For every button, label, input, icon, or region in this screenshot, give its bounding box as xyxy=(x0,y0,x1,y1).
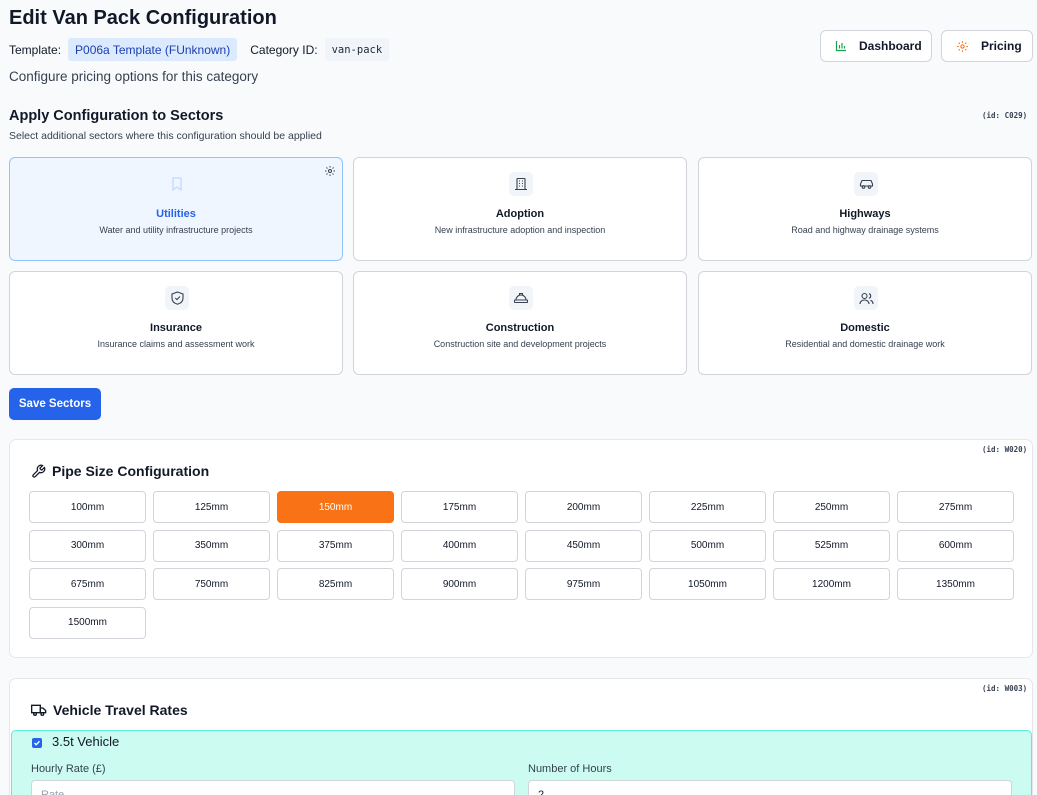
pricing-button[interactable]: Pricing xyxy=(941,30,1033,62)
pipe-size-button[interactable]: 600mm xyxy=(897,529,1014,562)
sectors-subtitle: Select additional sectors where this con… xyxy=(9,130,322,142)
sector-desc: New infrastructure adoption and inspecti… xyxy=(434,225,606,235)
bookmark-icon xyxy=(165,172,189,196)
pipe-size-button[interactable]: 150mm xyxy=(277,491,394,523)
vehicle-rates-panel: (id: W003) Vehicle Travel Rates 3.5t Veh… xyxy=(9,678,1033,795)
hours-input[interactable] xyxy=(528,780,1012,795)
pipe-size-button[interactable]: 900mm xyxy=(401,568,518,600)
truck-icon xyxy=(31,703,47,717)
sector-name: Utilities xyxy=(156,208,196,220)
pipe-size-button[interactable]: 400mm xyxy=(401,529,518,562)
dashboard-label: Dashboard xyxy=(859,39,922,53)
pipe-size-button[interactable]: 1350mm xyxy=(897,568,1014,600)
template-label: Template: xyxy=(9,42,62,57)
sector-card-insurance[interactable]: Insurance Insurance claims and assessmen… xyxy=(9,271,343,375)
pipe-size-button[interactable]: 275mm xyxy=(897,491,1014,523)
pipe-size-button[interactable]: 125mm xyxy=(153,491,270,523)
hourly-rate-label: Hourly Rate (£) xyxy=(31,763,106,775)
meta-row: Template: P006a Template (FUnknown) Cate… xyxy=(9,38,390,61)
users-icon xyxy=(854,286,878,310)
pipe-size-button[interactable]: 225mm xyxy=(649,491,766,523)
sector-card-construction[interactable]: Construction Construction site and devel… xyxy=(353,271,687,375)
hourly-rate-input[interactable] xyxy=(31,780,515,795)
page-subtitle: Configure pricing options for this categ… xyxy=(9,69,259,84)
hours-label: Number of Hours xyxy=(528,763,612,775)
sector-desc: Insurance claims and assessment work xyxy=(97,339,255,349)
template-badge: P006a Template (FUnknown) xyxy=(68,38,238,61)
pipe-size-button[interactable]: 825mm xyxy=(277,568,394,600)
pipe-size-button[interactable]: 250mm xyxy=(773,491,890,523)
pipe-size-panel: (id: W020) Pipe Size Configuration 100mm… xyxy=(9,439,1033,658)
sector-name: Domestic xyxy=(840,322,890,334)
pipe-size-button[interactable]: 750mm xyxy=(153,568,270,600)
shield-check-icon xyxy=(165,286,189,310)
category-code: van-pack xyxy=(324,38,390,61)
sector-desc: Residential and domestic drainage work xyxy=(785,339,945,349)
dashboard-button[interactable]: Dashboard xyxy=(820,30,932,62)
pipe-size-button[interactable]: 200mm xyxy=(525,491,642,523)
pipe-size-button[interactable]: 350mm xyxy=(153,529,270,562)
settings-icon xyxy=(956,40,969,53)
sector-card-utilities[interactable]: Utilities Water and utility infrastructu… xyxy=(9,157,343,261)
bar-chart-icon xyxy=(835,40,847,52)
pipe-size-button[interactable]: 525mm xyxy=(773,529,890,562)
wrench-icon xyxy=(31,464,46,479)
sector-card-highways[interactable]: Highways Road and highway drainage syste… xyxy=(698,157,1032,261)
pipe-size-button[interactable]: 100mm xyxy=(29,491,146,523)
pipe-size-button[interactable]: 500mm xyxy=(649,529,766,562)
pipe-size-button[interactable]: 375mm xyxy=(277,529,394,562)
pipe-id-tag: (id: W020) xyxy=(982,445,1028,454)
sector-desc: Construction site and development projec… xyxy=(433,339,607,349)
pipe-panel-title: Pipe Size Configuration xyxy=(31,463,209,479)
sector-card-adoption[interactable]: Adoption New infrastructure adoption and… xyxy=(353,157,687,261)
sectors-title: Apply Configuration to Sectors xyxy=(9,108,224,124)
pipe-size-button[interactable]: 1500mm xyxy=(29,606,146,639)
pipe-size-button[interactable]: 450mm xyxy=(525,529,642,562)
pipe-size-button[interactable]: 975mm xyxy=(525,568,642,600)
pipe-title-text: Pipe Size Configuration xyxy=(52,463,210,479)
sector-name: Adoption xyxy=(495,208,545,220)
sector-name: Highways xyxy=(839,208,891,220)
page-title: Edit Van Pack Configuration xyxy=(9,7,277,29)
vehicle-row: 3.5t Vehicle Hourly Rate (£) Number of H… xyxy=(11,730,1032,795)
sector-desc: Road and highway drainage systems xyxy=(791,225,939,235)
vehicle-label: 3.5t Vehicle xyxy=(52,734,120,749)
sector-desc: Water and utility infrastructure project… xyxy=(99,225,253,235)
pipe-size-button[interactable]: 300mm xyxy=(29,529,146,562)
vehicle-checkbox[interactable] xyxy=(32,738,42,748)
pipe-size-button[interactable]: 1200mm xyxy=(773,568,890,600)
pricing-label: Pricing xyxy=(981,39,1022,53)
save-sectors-button[interactable]: Save Sectors xyxy=(9,388,101,420)
category-label: Category ID: xyxy=(250,42,318,57)
hard-hat-icon xyxy=(509,286,533,310)
sector-card-domestic[interactable]: Domestic Residential and domestic draina… xyxy=(698,271,1032,375)
pipe-size-button[interactable]: 1050mm xyxy=(649,568,766,600)
pipe-size-button[interactable]: 175mm xyxy=(401,491,518,523)
vehicle-panel-title: Vehicle Travel Rates xyxy=(31,702,188,718)
sector-name: Insurance xyxy=(150,322,202,334)
gear-icon[interactable] xyxy=(324,164,336,182)
pipe-size-button[interactable]: 675mm xyxy=(29,568,146,600)
building-icon xyxy=(509,172,533,196)
sectors-id-tag: (id: C029) xyxy=(982,111,1028,120)
vehicle-id-tag: (id: W003) xyxy=(982,684,1028,693)
vehicle-title-text: Vehicle Travel Rates xyxy=(53,702,188,718)
sector-name: Construction xyxy=(485,322,555,334)
car-icon xyxy=(854,172,878,196)
